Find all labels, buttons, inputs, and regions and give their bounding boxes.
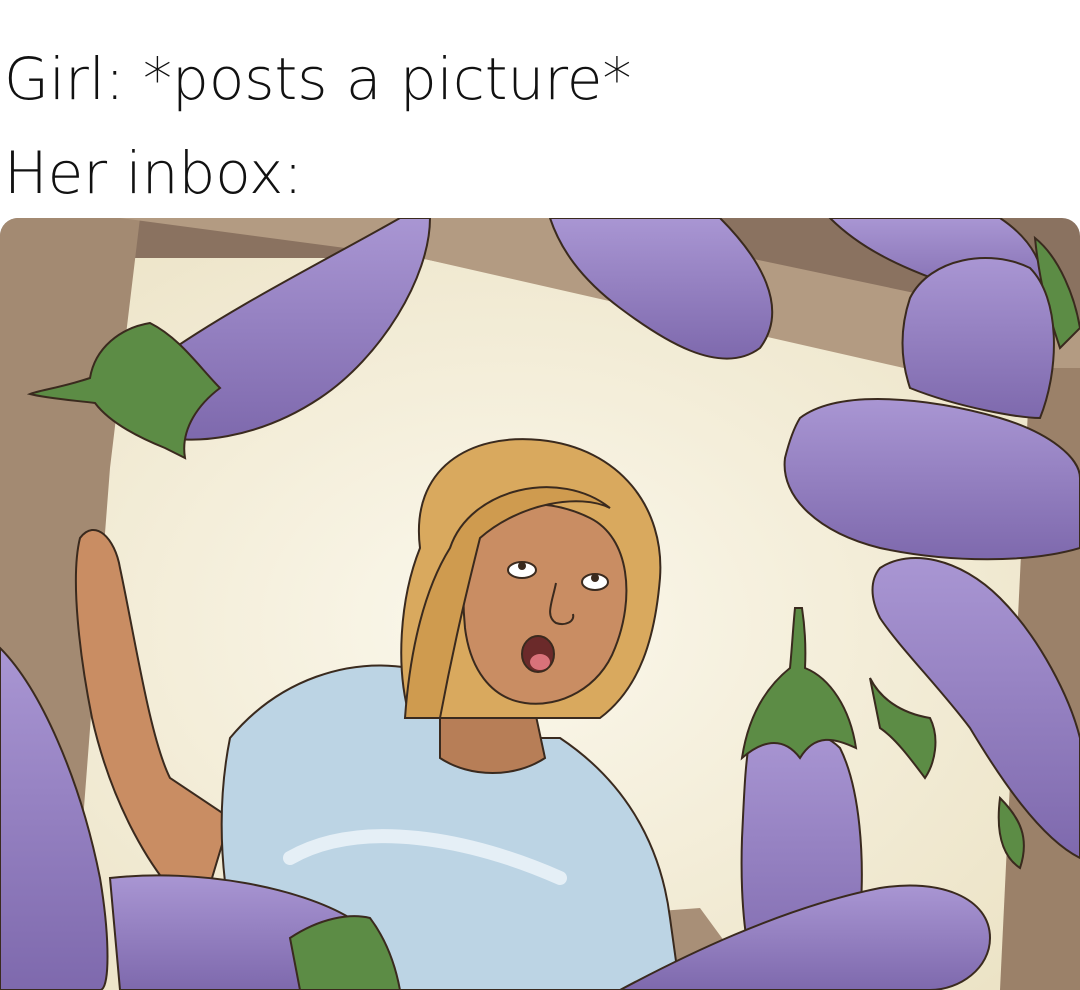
caption-line-1: Girl: *posts a picture* — [4, 45, 632, 113]
caption-line-2: Her inbox: — [4, 139, 303, 207]
meme-illustration — [0, 218, 1080, 990]
